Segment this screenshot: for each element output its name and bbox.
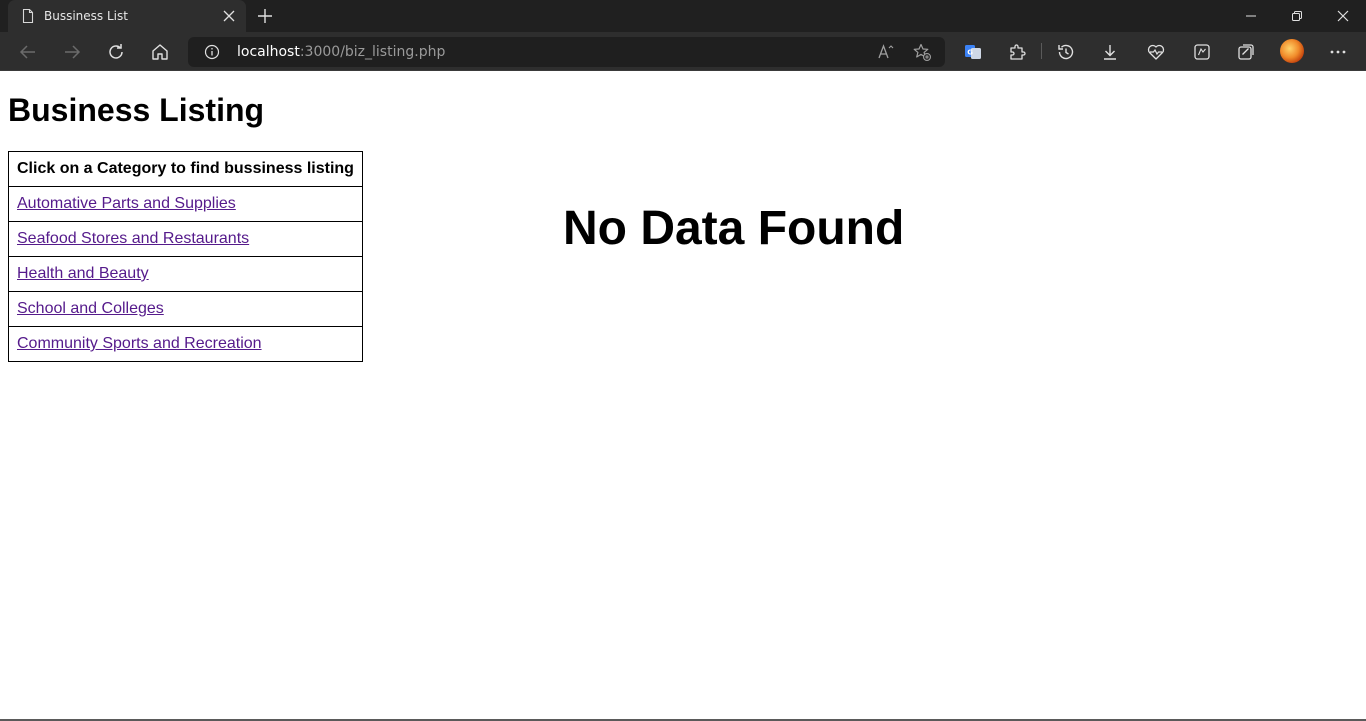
table-row: Automative Parts and Supplies — [8, 186, 363, 222]
home-button[interactable] — [149, 41, 171, 63]
close-tab-icon[interactable] — [222, 9, 236, 23]
category-link-seafood[interactable]: Seafood Stores and Restaurants — [17, 230, 249, 247]
collections-icon — [1238, 44, 1254, 60]
category-table: Click on a Category to find bussiness li… — [8, 151, 363, 362]
collections-button[interactable] — [1235, 41, 1257, 63]
home-icon — [152, 44, 168, 60]
svg-text:G: G — [967, 49, 973, 57]
url-text[interactable]: localhost:3000/biz_listing.php — [237, 44, 445, 60]
url-host: localhost — [237, 44, 300, 60]
minimize-icon — [1246, 15, 1256, 17]
translate-button[interactable]: G — [962, 41, 984, 63]
read-aloud-icon[interactable] — [876, 42, 896, 62]
page-content: Business Listing Click on a Category to … — [0, 71, 1366, 720]
table-row: Health and Beauty — [8, 256, 363, 292]
heart-pulse-icon — [1147, 44, 1165, 60]
page-icon — [22, 8, 34, 24]
download-icon — [1104, 45, 1116, 60]
table-cell: Community Sports and Recreation — [8, 326, 363, 362]
translate-icon: G — [965, 45, 981, 59]
restore-icon — [1292, 11, 1302, 21]
no-data-message: No Data Found — [563, 202, 905, 255]
close-window-button[interactable] — [1320, 0, 1366, 32]
tab-title: Bussiness List — [44, 9, 128, 23]
table-header-row: Click on a Category to find bussiness li… — [8, 151, 363, 187]
settings-menu-button[interactable] — [1327, 41, 1349, 63]
close-icon — [1337, 10, 1349, 22]
math-solver-button[interactable] — [1191, 41, 1213, 63]
table-row: Community Sports and Recreation — [8, 326, 363, 362]
page-title: Business Listing — [8, 92, 265, 128]
back-button[interactable] — [17, 41, 39, 63]
category-link-school-colleges[interactable]: School and Colleges — [17, 300, 164, 317]
more-options-icon — [1330, 50, 1346, 54]
category-link-automative-parts[interactable]: Automative Parts and Supplies — [17, 195, 236, 212]
math-solver-icon — [1194, 44, 1210, 60]
refresh-icon — [109, 44, 123, 59]
info-icon[interactable] — [204, 44, 220, 60]
profile-avatar[interactable] — [1280, 39, 1304, 63]
extensions-button[interactable] — [1006, 41, 1028, 63]
restore-button[interactable] — [1274, 0, 1320, 32]
browser-titlebar: Bussiness List — [0, 0, 1366, 32]
url-path: :3000/biz_listing.php — [299, 44, 446, 60]
minimize-button[interactable] — [1228, 0, 1274, 32]
table-header: Click on a Category to find bussiness li… — [8, 151, 363, 187]
forward-button[interactable] — [61, 41, 83, 63]
downloads-button[interactable] — [1099, 41, 1121, 63]
puzzle-icon — [1010, 44, 1026, 60]
category-link-health-beauty[interactable]: Health and Beauty — [17, 265, 149, 282]
browser-essentials-button[interactable] — [1145, 41, 1167, 63]
table-row: Seafood Stores and Restaurants — [8, 221, 363, 257]
table-row: School and Colleges — [8, 291, 363, 327]
refresh-button[interactable] — [105, 41, 127, 63]
browser-toolbar: localhost:3000/biz_listing.php G — [0, 32, 1366, 71]
new-tab-icon[interactable] — [256, 7, 274, 25]
toolbar-separator — [1041, 43, 1042, 59]
table-cell: Seafood Stores and Restaurants — [8, 221, 363, 257]
table-cell: Health and Beauty — [8, 256, 363, 292]
address-bar[interactable]: localhost:3000/biz_listing.php — [188, 37, 945, 67]
forward-arrow-icon — [65, 45, 81, 59]
table-cell: Automative Parts and Supplies — [8, 186, 363, 222]
category-link-community-sports[interactable]: Community Sports and Recreation — [17, 335, 262, 352]
back-arrow-icon — [19, 45, 35, 59]
history-button[interactable] — [1055, 41, 1077, 63]
history-icon — [1058, 44, 1074, 60]
table-cell: School and Colleges — [8, 291, 363, 327]
browser-tab[interactable]: Bussiness List — [8, 0, 246, 32]
add-favorite-icon[interactable] — [912, 42, 932, 62]
